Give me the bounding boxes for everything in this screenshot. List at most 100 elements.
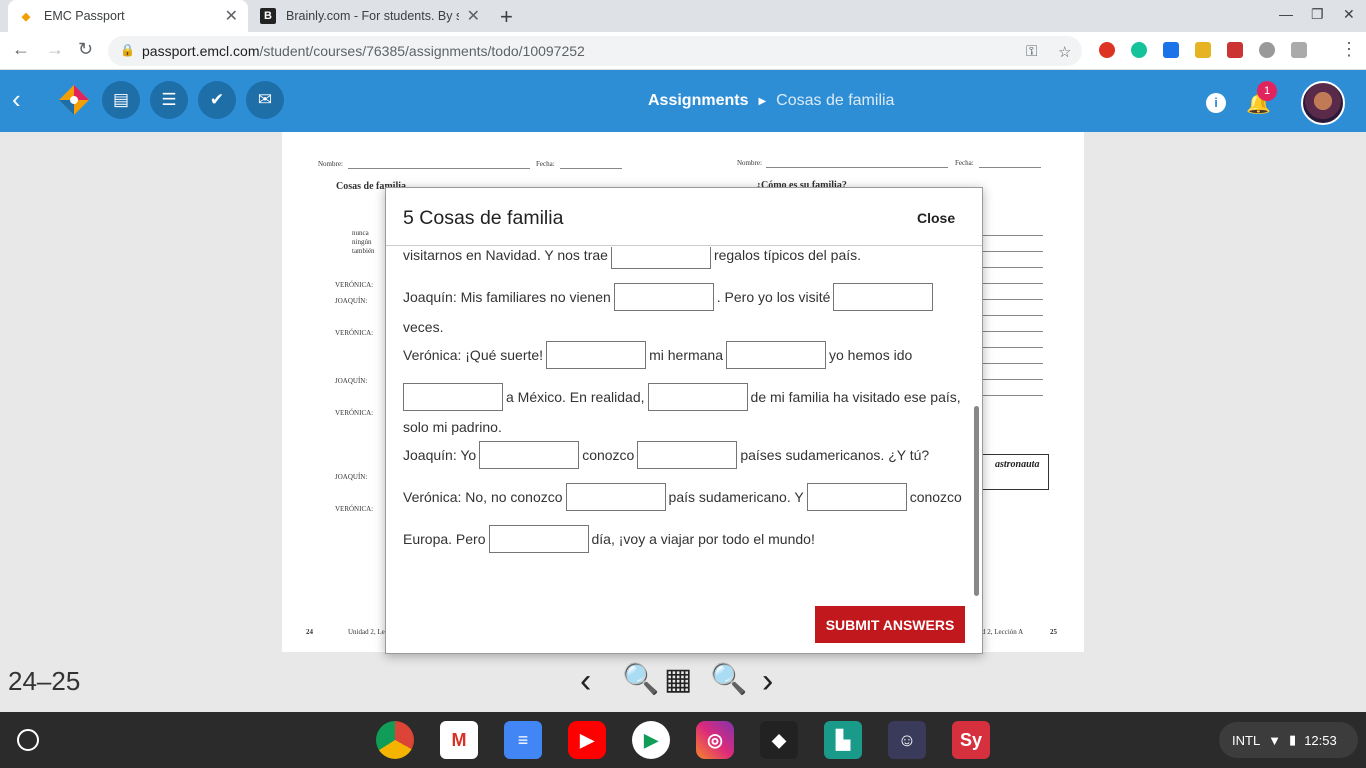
answer-input[interactable] xyxy=(647,383,748,411)
answer-input[interactable] xyxy=(565,483,666,511)
answer-line xyxy=(982,363,1043,364)
grid-view-icon[interactable]: ▦ xyxy=(664,662,692,697)
breadcrumb-assignments[interactable]: Assignments xyxy=(648,92,748,110)
assignments-button[interactable]: ✔ xyxy=(198,81,236,119)
answer-input[interactable] xyxy=(726,341,826,369)
play-store-icon[interactable]: ▶ xyxy=(632,721,670,759)
answer-input[interactable] xyxy=(479,441,580,469)
zoom-out-icon[interactable]: 🔍 xyxy=(622,662,659,697)
answer-input[interactable] xyxy=(833,283,934,311)
modal-scrollbar[interactable] xyxy=(974,406,979,596)
close-tab-icon[interactable]: ✕ xyxy=(467,6,480,26)
answer-line xyxy=(982,267,1043,268)
grammarly-icon[interactable] xyxy=(1131,42,1147,58)
answer-line xyxy=(982,347,1043,348)
gmail-icon[interactable]: M xyxy=(440,721,478,759)
browser-tabstrip: ◆ EMC Passport ✕ B Brainly.com - For stu… xyxy=(0,0,1366,32)
extension-icon[interactable] xyxy=(1099,42,1115,58)
key-icon[interactable]: ⚿ xyxy=(1026,43,1037,60)
instagram-icon[interactable]: ◎ xyxy=(696,721,734,759)
roblox-icon[interactable]: ◆ xyxy=(760,721,798,759)
minimize-icon[interactable]: — xyxy=(1279,6,1293,22)
speaker-label: VERÓNICA: xyxy=(335,409,374,417)
zoom-in-icon[interactable]: 🔍 xyxy=(710,662,747,697)
sentence-text: yo hemos ido xyxy=(829,347,913,363)
close-window-icon[interactable]: ✕ xyxy=(1343,6,1355,23)
answer-line xyxy=(982,379,1043,380)
tab-emc-passport[interactable]: ◆ EMC Passport ✕ xyxy=(8,0,248,32)
extension-icon[interactable] xyxy=(1163,42,1179,58)
back-chevron-icon[interactable]: ‹ xyxy=(12,84,21,115)
youtube-icon[interactable]: ▶ xyxy=(568,721,606,759)
sentence-text: de mi familia ha visitado ese país, xyxy=(750,389,961,405)
keyboard-layout: INTL xyxy=(1232,732,1261,748)
extension-icon[interactable] xyxy=(1291,42,1307,58)
breadcrumb-current: Cosas de familia xyxy=(776,92,895,109)
sentence-text: países sudamericanos. ¿Y tú? xyxy=(740,447,930,463)
answer-input[interactable] xyxy=(610,247,711,269)
extension-icon[interactable] xyxy=(1259,42,1275,58)
answer-line xyxy=(982,251,1043,252)
notification-badge: 1 xyxy=(1257,81,1277,101)
symbaloo-icon[interactable]: Sy xyxy=(952,721,990,759)
docs-icon[interactable]: ≡ xyxy=(504,721,542,759)
assignment-modal: 5 Cosas de familia Close visitarnos en N… xyxy=(385,187,983,654)
clipboard-icon: ☰ xyxy=(161,90,177,109)
caret-right-icon: ▶ xyxy=(758,95,767,107)
speaker-label: VERÓNICA: xyxy=(335,281,374,289)
answer-input[interactable] xyxy=(613,283,714,311)
word-box: astronauta xyxy=(982,454,1049,490)
word-list-item: también xyxy=(352,247,375,255)
address-bar[interactable]: 🔒 passport.emcl.com/student/courses/7638… xyxy=(108,36,1082,66)
name-line xyxy=(766,167,948,168)
emc-logo-icon[interactable] xyxy=(58,84,90,116)
sentence-text: veces. xyxy=(403,319,444,335)
chrome-icon[interactable] xyxy=(376,721,414,759)
bookmark-star-icon[interactable]: ☆ xyxy=(1058,43,1071,61)
name-line xyxy=(348,168,530,169)
exercise-line: visitarnos en Navidad. Y nos trae regalo… xyxy=(403,247,861,269)
word-list-item: ningún xyxy=(352,238,372,246)
tab-brainly[interactable]: B Brainly.com - For students. By st ✕ xyxy=(250,0,490,32)
menu-kebab-icon[interactable]: ⋮ xyxy=(1340,39,1358,60)
speaker-label: VERÓNICA: xyxy=(335,329,374,337)
lock-icon: 🔒 xyxy=(120,43,135,57)
answer-input[interactable] xyxy=(546,341,647,369)
submit-answers-button[interactable]: SUBMIT ANSWERS xyxy=(815,606,965,643)
answer-input[interactable] xyxy=(637,441,738,469)
answer-line xyxy=(982,299,1043,300)
restore-icon[interactable]: ❐ xyxy=(1311,6,1324,23)
sentence-text: solo mi padrino. xyxy=(403,419,502,435)
back-arrow-icon[interactable]: ← xyxy=(12,39,30,60)
answer-input[interactable] xyxy=(488,525,589,553)
info-icon[interactable]: i xyxy=(1206,93,1226,113)
answer-input[interactable] xyxy=(806,483,907,511)
extension-icon[interactable] xyxy=(1195,42,1211,58)
status-tray[interactable]: INTL ▼ ▮ 12:53 xyxy=(1219,722,1358,758)
clipboard-button[interactable]: ☰ xyxy=(150,81,188,119)
answer-input[interactable] xyxy=(403,383,503,411)
anime-app-icon[interactable]: ☺ xyxy=(888,721,926,759)
next-page-icon[interactable]: › xyxy=(762,662,773,701)
close-tab-icon[interactable]: ✕ xyxy=(225,6,238,26)
book-button[interactable]: ▤ xyxy=(102,81,140,119)
sentence-text: país sudamericano. Y xyxy=(668,489,804,505)
app-icon[interactable]: ▙ xyxy=(824,721,862,759)
new-tab-icon[interactable]: + xyxy=(500,4,513,30)
clock: 12:53 xyxy=(1304,732,1337,748)
os-shelf xyxy=(0,712,1366,768)
reload-icon[interactable]: ↻ xyxy=(78,39,93,60)
launcher-icon[interactable] xyxy=(17,729,39,751)
extension-icon[interactable] xyxy=(1227,42,1243,58)
answer-line xyxy=(982,395,1043,396)
avatar[interactable] xyxy=(1301,81,1345,125)
speaker-label: JOAQUÍN: xyxy=(335,377,368,385)
exercise-line: Verónica: No, no conozco país sudamerica… xyxy=(403,483,962,511)
sentence-text: a México. En realidad, xyxy=(506,389,645,405)
forward-arrow-icon[interactable]: → xyxy=(46,39,64,60)
messages-button[interactable]: ✉ xyxy=(246,81,284,119)
close-button[interactable]: Close xyxy=(917,210,955,226)
previous-page-icon[interactable]: ‹ xyxy=(580,662,591,701)
battery-icon: ▮ xyxy=(1289,732,1297,747)
tab-title: EMC Passport xyxy=(44,9,125,23)
